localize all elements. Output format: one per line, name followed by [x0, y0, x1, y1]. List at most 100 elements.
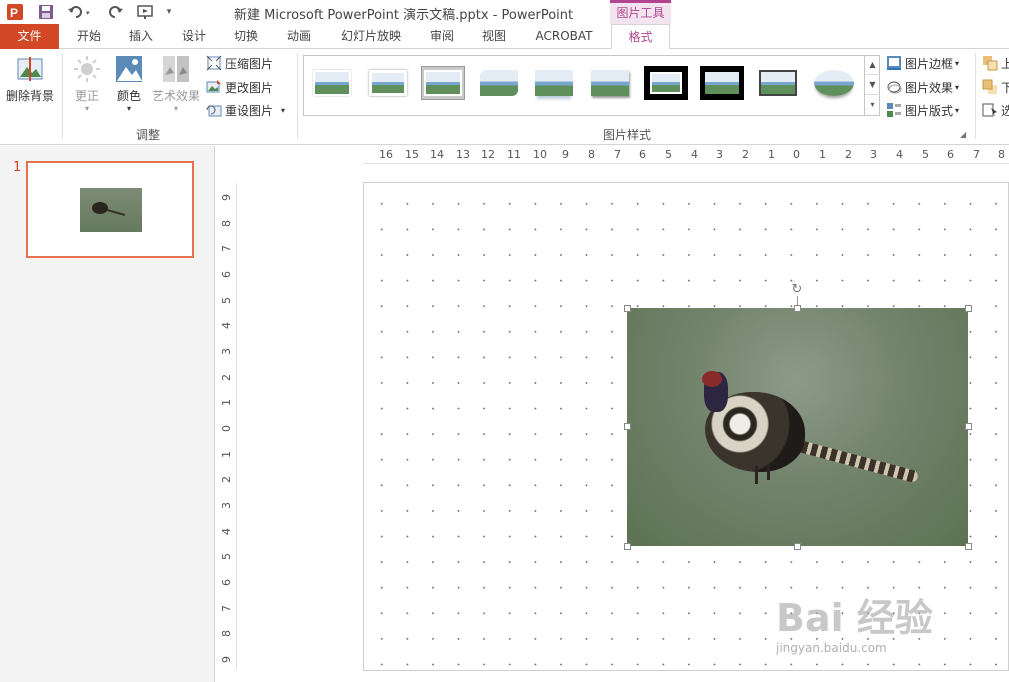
ruler-label: 5: [922, 148, 929, 161]
corrections-button[interactable]: 更正 ▾: [64, 53, 110, 113]
tab-design[interactable]: 设计: [171, 24, 217, 49]
style-thumbnail[interactable]: [756, 66, 800, 100]
pheasant-leg: [767, 464, 770, 480]
baidu-watermark: Bai 经验 jingyan.baidu.com: [770, 573, 1000, 663]
gallery-more-icon[interactable]: ▾: [865, 95, 880, 115]
change-picture-icon: [206, 79, 222, 95]
ruler-label: 6: [221, 579, 233, 586]
ruler-label: 11: [507, 148, 521, 161]
bring-forward-button[interactable]: 上: [982, 53, 1009, 73]
color-label: 颜色: [116, 89, 141, 103]
ruler-label: 8: [998, 148, 1005, 161]
tab-file[interactable]: 文件: [0, 24, 59, 49]
corrections-label: 更正: [74, 89, 99, 103]
compress-pictures-button[interactable]: 压缩图片: [206, 53, 273, 73]
ruler-label: 14: [430, 148, 444, 161]
redo-icon[interactable]: [106, 2, 126, 22]
dialog-launcher-icon[interactable]: ◢: [960, 130, 966, 139]
change-picture-label: 更改图片: [225, 80, 274, 95]
reset-picture-icon: [206, 102, 222, 118]
divider: [975, 53, 976, 139]
picture-layout-button[interactable]: 图片版式 ▾: [886, 100, 959, 120]
ruler-label: 5: [665, 148, 672, 161]
style-thumbnail[interactable]: [812, 66, 856, 100]
gallery-down-icon[interactable]: ▼: [865, 75, 880, 95]
style-thumbnail[interactable]: [310, 66, 354, 100]
style-thumbnail[interactable]: [644, 66, 688, 100]
send-backward-label: 下: [1001, 80, 1009, 95]
remove-background-button[interactable]: 删除背景: [4, 53, 56, 104]
picture-border-button[interactable]: 图片边框 ▾: [886, 53, 959, 73]
artistic-effects-button[interactable]: 艺术效果 ▾: [150, 53, 202, 113]
pheasant-head: [702, 371, 722, 387]
compress-pictures-label: 压缩图片: [225, 56, 274, 71]
ruler-label: 2: [845, 148, 852, 161]
color-button[interactable]: 颜色 ▾: [106, 53, 152, 113]
watermark-url: jingyan.baidu.com: [776, 641, 887, 655]
start-from-beginning-icon[interactable]: [134, 2, 160, 22]
style-thumbnail[interactable]: [588, 66, 632, 100]
resize-handle[interactable]: [624, 543, 631, 550]
resize-handle[interactable]: [624, 423, 631, 430]
tab-slide-show[interactable]: 幻灯片放映: [334, 24, 408, 49]
powerpoint-logo-icon[interactable]: P: [4, 2, 26, 22]
undo-icon[interactable]: ▾: [66, 2, 96, 22]
slide-thumbnail-pane: 1: [0, 146, 215, 682]
resize-handle[interactable]: [965, 305, 972, 312]
style-thumbnail[interactable]: [477, 66, 521, 100]
ruler-label: 3: [221, 348, 233, 355]
ruler-label: 9: [221, 656, 233, 663]
picture-styles-group-label: 图片样式: [602, 128, 651, 142]
chevron-down-icon[interactable]: ▾: [281, 106, 285, 115]
style-thumbnail[interactable]: [532, 66, 576, 100]
style-thumbnail[interactable]: [366, 66, 410, 100]
ribbon-tabs: 文件 开始 插入 设计 切换 动画 幻灯片放映 审阅 视图 ACROBAT 格式: [0, 24, 1009, 50]
picture-effects-button[interactable]: 图片效果 ▾: [886, 77, 959, 97]
tab-view[interactable]: 视图: [471, 24, 517, 49]
tab-animations[interactable]: 动画: [276, 24, 322, 49]
resize-handle[interactable]: [624, 305, 631, 312]
ruler-label: 2: [742, 148, 749, 161]
resize-handle[interactable]: [965, 423, 972, 430]
reset-picture-button[interactable]: 重设图片 ▾: [206, 100, 285, 120]
ruler-label: 4: [221, 322, 233, 329]
style-thumbnail[interactable]: [700, 66, 744, 100]
ruler-label: 1: [768, 148, 775, 161]
gallery-scroll: ▲ ▼ ▾: [864, 55, 880, 116]
save-icon[interactable]: [36, 2, 56, 22]
send-backward-button[interactable]: 下: [982, 77, 1009, 97]
resize-handle[interactable]: [794, 543, 801, 550]
resize-handle[interactable]: [794, 305, 801, 312]
picture-layout-label: 图片版式: [905, 103, 954, 118]
ruler-label: 0: [221, 425, 233, 432]
style-thumbnail[interactable]: [421, 66, 465, 100]
ruler-label: 5: [221, 297, 233, 304]
ruler-label: 5: [221, 553, 233, 560]
customize-dropdown-icon[interactable]: ▾: [162, 2, 176, 22]
reset-picture-label: 重设图片: [225, 103, 274, 118]
gallery-up-icon[interactable]: ▲: [865, 55, 880, 75]
tab-format[interactable]: 格式: [611, 24, 670, 50]
tab-review[interactable]: 审阅: [419, 24, 465, 49]
chevron-down-icon: ▾: [84, 104, 89, 113]
remove-background-label: 删除背景: [5, 89, 54, 103]
chevron-down-icon: ▾: [955, 58, 960, 68]
chevron-down-icon: ▾: [126, 104, 131, 113]
picture-border-icon: [886, 55, 902, 71]
title-bar: P ▾ ▾ 新建 Microsoft PowerPoint 演示文稿.pptx …: [0, 0, 1009, 24]
rotate-handle-icon[interactable]: ↻: [790, 283, 804, 297]
change-picture-button[interactable]: 更改图片: [206, 77, 273, 97]
tab-transitions[interactable]: 切换: [223, 24, 269, 49]
slide-thumbnail[interactable]: [26, 161, 194, 258]
selection-pane-button[interactable]: 选: [982, 100, 1009, 120]
resize-handle[interactable]: [965, 543, 972, 550]
tab-insert[interactable]: 插入: [118, 24, 164, 49]
ruler-label: 12: [481, 148, 495, 161]
tab-home[interactable]: 开始: [66, 24, 112, 49]
ruler-label: 8: [221, 220, 233, 227]
ruler-label: 8: [221, 630, 233, 637]
artistic-effects-label: 艺术效果: [151, 89, 200, 103]
selection-pane-icon: [982, 102, 998, 118]
tab-acrobat[interactable]: ACROBAT: [528, 24, 600, 49]
selected-picture[interactable]: [627, 308, 968, 546]
